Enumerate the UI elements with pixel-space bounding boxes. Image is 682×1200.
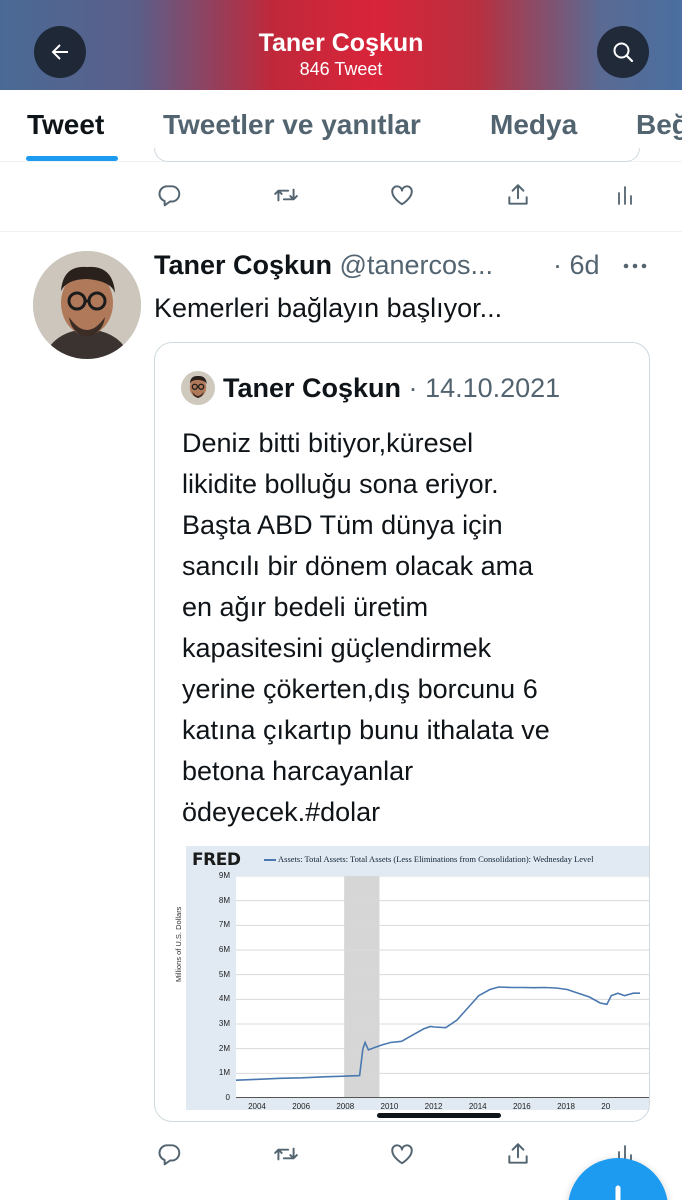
quoted-text-line: katına çıkartıp bunu ithalata ve [182,715,550,745]
y-tick-label: 8M [218,895,230,905]
avatar-photo-icon [33,251,141,359]
quoted-text-line: yerine çökerten,dış borcunu 6 [182,674,538,704]
reply-button[interactable] [149,1134,189,1174]
plus-icon [615,1185,621,1200]
share-button[interactable] [498,1134,538,1174]
like-button[interactable] [382,175,422,215]
x-tick-label: 2012 [424,1102,443,1111]
y-tick-label: 7M [218,920,230,930]
chart-plot-area [236,876,649,1098]
tweet-divider [0,231,682,232]
quoted-text: Deniz bitti bitiyor,küresel likidite bol… [182,423,632,833]
series-line [236,986,640,1081]
reply-icon [158,1144,181,1166]
y-tick-label: 3M [218,1019,230,1028]
tab-tweets-and-replies[interactable]: Tweetler ve yanıtlar [163,108,421,142]
x-tick-label: 20 [601,1102,611,1111]
quoted-text-line: sancılı bir dönem olacak ama [182,551,534,581]
tab-media[interactable]: Medya [490,108,577,142]
recession-shading [344,876,380,1098]
more-icon [623,263,647,269]
x-tick-label: 2006 [292,1102,311,1111]
x-tick-label: 2004 [248,1102,266,1111]
y-tick-label: 6M [218,945,230,954]
analytics-button[interactable] [605,175,645,215]
tab-likes[interactable]: Beğ [636,108,682,142]
retweet-button[interactable] [266,175,306,215]
retweet-icon [274,1147,298,1161]
share-icon [508,184,528,205]
like-icon [391,185,413,206]
avatar[interactable] [33,251,141,359]
x-tick-label: 2018 [557,1102,575,1111]
quoted-text-line: Deniz bitti bitiyor,küresel [182,428,474,458]
quoted-avatar [181,371,215,405]
quoted-separator: · [408,373,418,403]
active-tab-indicator [26,156,118,161]
reply-button[interactable] [149,175,189,215]
chart-title: Assets: Total Assets: Total Assets (Less… [278,854,594,864]
compose-tweet-button[interactable] [568,1158,668,1200]
quoted-avatar-photo-icon [181,371,215,405]
quoted-text-line: Başta ABD Tüm dünya için [182,510,503,540]
reply-icon [158,185,181,207]
more-options-button[interactable] [620,254,650,278]
quoted-author: Taner Coşkun · 14.10.2021 [223,372,560,404]
quoted-text-line: en ağır bedeli üretim [182,592,429,622]
quoted-text-line: ödeyecek.#dolar [182,797,381,827]
like-button[interactable] [382,1134,422,1174]
y-tick-label: 0 [225,1093,230,1102]
y-axis-label: Millions of U.S. Dollars [174,906,183,982]
search-button[interactable] [597,26,649,78]
tab-tweet[interactable]: Tweet [27,108,104,142]
scroll-indicator [377,1113,501,1118]
y-tick-label: 5M [218,969,230,979]
x-tick-label: 2010 [380,1102,399,1111]
author-name[interactable]: Taner Coşkun [154,250,332,280]
profile-header: Taner Coşkun 846 Tweet [0,0,682,90]
x-tick-label: 2014 [468,1102,487,1111]
y-tick-label: 1M [218,1068,230,1078]
x-tick-label: 2008 [336,1102,355,1111]
y-tick-label: 2M [218,1043,230,1053]
quoted-text-line: likidite bolluğu sona eriyor. [182,469,499,499]
retweet-icon [274,188,298,202]
previous-quote-card[interactable] [154,148,640,162]
fred-chart-image[interactable]: FRED Assets: Total Assets: Total Assets … [174,846,649,1111]
share-icon [508,1143,528,1164]
quoted-author-name: Taner Coşkun [223,373,402,403]
quoted-text-line: kapasitesini güçlendirmek [182,633,492,663]
y-tick-label: 4M [218,994,230,1004]
profile-name: Taner Coşkun [258,29,424,57]
tweet-text: Kemerleri bağlayın başlıyor... [154,293,503,323]
search-icon [613,42,634,63]
share-button[interactable] [498,175,538,215]
tweet-timestamp[interactable]: · 6d [553,249,600,281]
y-tick-label: 9M [218,871,230,880]
legend-swatch [264,859,276,861]
x-tick-label: 2016 [512,1102,531,1111]
quoted-tweet-card[interactable]: Taner Coşkun · 14.10.2021 Deniz bitti bi… [154,342,650,1122]
like-icon [391,1144,413,1165]
previous-tweet-actions [0,175,682,215]
tweet-count: 846 Tweet [299,59,383,79]
fred-logo: FRED [192,850,241,870]
quoted-date: 14.10.2021 [425,373,561,403]
retweet-button[interactable] [266,1134,306,1174]
quoted-text-line: betona harcayanlar [182,756,414,786]
author-handle[interactable]: @tanercos... [340,250,493,280]
analytics-icon [618,186,632,205]
